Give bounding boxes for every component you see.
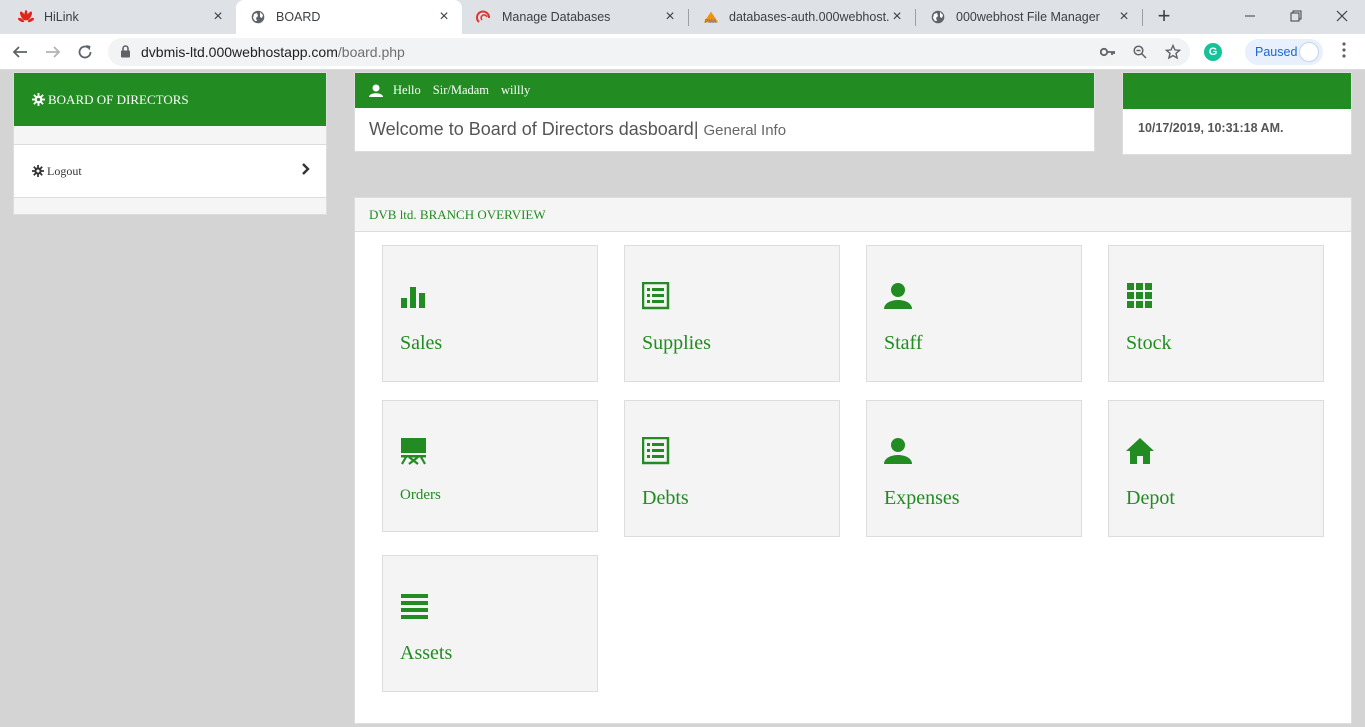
svg-text:PMA: PMA: [705, 19, 717, 25]
tile-assets[interactable]: Assets: [382, 555, 598, 692]
welcome-panel: Hello Sir/Madam willly Welcome to Board …: [354, 72, 1095, 152]
close-window-icon[interactable]: [1330, 4, 1354, 28]
clock-header: [1123, 73, 1351, 109]
new-tab-icon[interactable]: +: [1152, 5, 1176, 29]
browser-tab-manage-databases[interactable]: Manage Databases ×: [462, 0, 688, 34]
tile-label: Stock: [1126, 332, 1172, 354]
address-bar[interactable]: dvbmis-ltd.000webhostapp.com/board.php: [108, 38, 1190, 66]
tile-depot[interactable]: Depot: [1108, 400, 1324, 537]
list-alt-icon: [642, 437, 670, 465]
logout-link[interactable]: Logout: [13, 144, 327, 198]
close-tab-icon[interactable]: ×: [1116, 9, 1132, 25]
tile-debts[interactable]: Debts: [624, 400, 840, 537]
browser-tab-file-manager[interactable]: 000webhost File Manager ×: [916, 0, 1142, 34]
browser-toolbar: dvbmis-ltd.000webhostapp.com/board.php G…: [0, 34, 1365, 70]
huawei-icon: [18, 9, 34, 25]
tile-label: Debts: [642, 487, 689, 509]
tile-label: Depot: [1126, 487, 1175, 509]
tile-label: Staff: [884, 332, 923, 354]
clock-panel: 10/17/2019, 10:31:18 AM.: [1122, 72, 1352, 155]
welcome-text: Welcome to Board of Directors dasboard|: [369, 119, 699, 139]
tile-orders[interactable]: Orders: [382, 400, 598, 532]
greeting-bar: Hello Sir/Madam willly: [355, 73, 1094, 108]
browser-tab-board[interactable]: BOARD ×: [236, 0, 462, 34]
tile-label: Expenses: [884, 487, 960, 509]
tile-staff[interactable]: Staff: [866, 245, 1082, 382]
close-tab-icon[interactable]: ×: [662, 9, 678, 25]
globe-icon: [930, 9, 946, 25]
tile-label: Orders: [400, 487, 441, 503]
sidebar-header: BOARD OF DIRECTORS: [14, 73, 326, 126]
user-icon: [369, 84, 383, 97]
paused-label: Paused: [1255, 45, 1298, 59]
browser-tab-phpmyadmin[interactable]: PMA databases-auth.000webhost.cc ×: [689, 0, 915, 34]
tab-title: databases-auth.000webhost.cc: [729, 10, 889, 24]
url-host: dvbmis-ltd.000webhostapp.com: [141, 44, 338, 60]
branch-overview-panel: DVB ltd. BRANCH OVERVIEW Sales Supplies …: [354, 197, 1352, 724]
tab-title: BOARD: [276, 10, 321, 24]
grid-icon: [1127, 283, 1152, 308]
restore-icon[interactable]: [1284, 4, 1308, 28]
bookmark-star-icon[interactable]: [1163, 42, 1183, 62]
tab-title: HiLink: [44, 10, 79, 24]
reload-icon[interactable]: [73, 40, 97, 64]
tab-title: 000webhost File Manager: [956, 10, 1100, 24]
profile-paused-button[interactable]: Paused: [1245, 39, 1323, 65]
welcome-subtitle: General Info: [703, 122, 787, 139]
blackboard-icon: [401, 438, 426, 465]
logout-label: Logout: [47, 163, 82, 178]
tile-supplies[interactable]: Supplies: [624, 245, 840, 382]
back-icon[interactable]: [8, 40, 32, 64]
user-icon: [884, 438, 912, 464]
overview-title: DVB ltd. BRANCH OVERVIEW: [355, 198, 1351, 232]
home-icon: [1126, 438, 1154, 464]
sidebar-title: BOARD OF DIRECTORS: [48, 91, 189, 107]
tab-divider: [1142, 9, 1143, 26]
browser-tab-hilink[interactable]: HiLink ×: [4, 0, 236, 34]
datetime-display: 10/17/2019, 10:31:18 AM.: [1138, 121, 1284, 135]
url-text: dvbmis-ltd.000webhostapp.com/board.php: [141, 44, 405, 60]
stack-icon: [401, 594, 428, 619]
close-tab-icon[interactable]: ×: [889, 9, 905, 25]
zoom-icon[interactable]: [1130, 42, 1150, 62]
lock-icon: [120, 45, 131, 63]
tile-label: Assets: [400, 642, 453, 664]
close-tab-icon[interactable]: ×: [210, 9, 226, 25]
grammarly-icon[interactable]: G: [1204, 43, 1222, 61]
tile-sales[interactable]: Sales: [382, 245, 598, 382]
key-icon[interactable]: [1098, 42, 1118, 62]
bar-chart-icon: [401, 287, 425, 308]
cog-icon: [32, 93, 45, 106]
salutation-text: Sir/Madam: [432, 83, 490, 97]
hello-text: Hello: [393, 83, 421, 97]
tile-expenses[interactable]: Expenses: [866, 400, 1082, 537]
url-path: /board.php: [337, 44, 405, 60]
list-alt-icon: [642, 282, 670, 310]
tile-label: Sales: [400, 332, 443, 354]
browser-menu-icon[interactable]: [1336, 42, 1352, 62]
globe-icon: [250, 9, 266, 25]
sidebar: BOARD OF DIRECTORS Logout: [13, 72, 327, 215]
cog-icon: [32, 165, 44, 177]
user-icon: [884, 283, 912, 309]
browser-tab-strip: HiLink × BOARD × Manage Databases × PMA …: [0, 0, 1365, 34]
page-title: Welcome to Board of Directors dasboard| …: [369, 119, 786, 140]
avatar: [1299, 42, 1319, 62]
close-tab-icon[interactable]: ×: [436, 9, 452, 25]
chevron-right-icon: [302, 163, 310, 175]
tile-stock[interactable]: Stock: [1108, 245, 1324, 382]
tile-label: Supplies: [642, 332, 711, 354]
minimize-icon[interactable]: [1238, 4, 1262, 28]
tab-title: Manage Databases: [502, 10, 611, 24]
phpmyadmin-icon: PMA: [703, 9, 719, 25]
forward-icon[interactable]: [41, 40, 65, 64]
000webhost-icon: [476, 9, 492, 25]
username-text: willly: [501, 83, 531, 97]
